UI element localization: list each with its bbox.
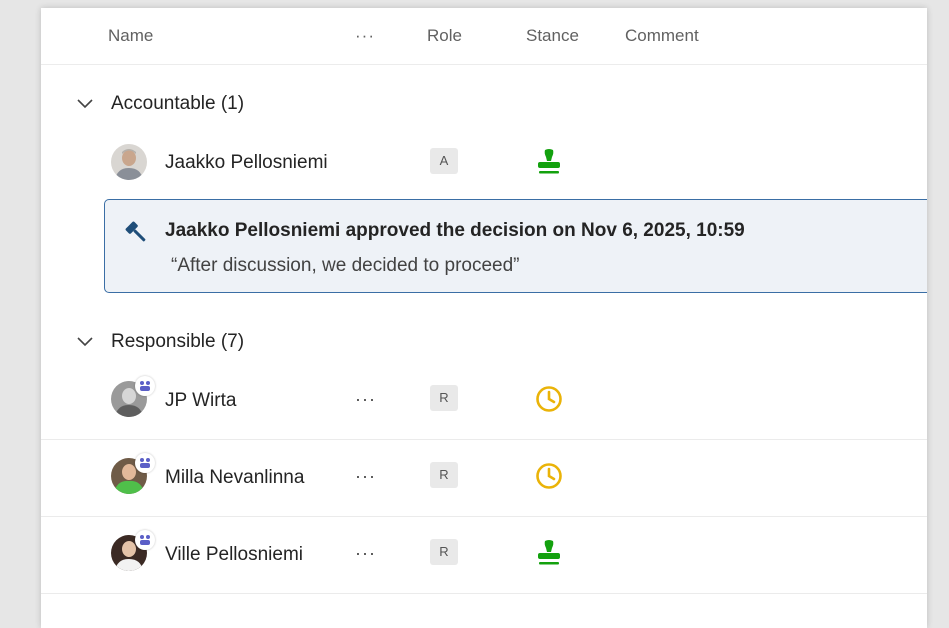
clock-pending-icon[interactable] [534, 384, 564, 414]
table-row[interactable]: Ville Pellosniemi ··· R [41, 517, 927, 594]
gavel-icon [125, 221, 146, 242]
person-name[interactable]: Ville Pellosniemi [165, 544, 303, 566]
table-row[interactable]: Jaakko Pellosniemi A [41, 126, 927, 202]
column-header-stance[interactable]: Stance [526, 26, 579, 46]
person-name[interactable]: Milla Nevanlinna [165, 467, 304, 489]
clock-pending-icon[interactable] [534, 461, 564, 491]
column-header-comment[interactable]: Comment [625, 26, 699, 46]
more-options-button[interactable]: ··· [355, 543, 376, 564]
teams-icon [135, 453, 155, 473]
table-header: Name ··· Role Stance Comment [41, 8, 927, 65]
role-badge: A [430, 148, 458, 174]
stamp-approved-icon[interactable] [534, 147, 564, 177]
approval-message: Jaakko Pellosniemi approved the decision… [165, 220, 745, 241]
column-header-name[interactable]: Name [108, 26, 153, 46]
role-badge: R [430, 539, 458, 565]
column-header-role[interactable]: Role [427, 26, 462, 46]
person-name[interactable]: JP Wirta [165, 390, 236, 412]
table-row[interactable]: Milla Nevanlinna ··· R [41, 440, 927, 517]
column-header-more[interactable]: ··· [355, 26, 375, 46]
teams-icon [135, 530, 155, 550]
chevron-down-icon[interactable] [75, 332, 95, 352]
avatar [111, 144, 147, 180]
role-badge: R [430, 385, 458, 411]
section-title: Responsible (7) [111, 331, 245, 352]
approval-callout: Jaakko Pellosniemi approved the decision… [104, 199, 927, 293]
role-badge: R [430, 462, 458, 488]
chevron-down-icon[interactable] [75, 94, 95, 114]
section-accountable[interactable]: Accountable (1) [41, 86, 927, 126]
table-row[interactable]: JP Wirta ··· R [41, 363, 927, 440]
stamp-approved-icon[interactable] [534, 538, 564, 568]
stakeholder-panel: Name ··· Role Stance Comment Accountable… [41, 8, 927, 628]
section-responsible[interactable]: Responsible (7) [41, 324, 927, 364]
teams-icon [135, 376, 155, 396]
more-options-button[interactable]: ··· [355, 466, 376, 487]
more-options-button[interactable]: ··· [355, 389, 376, 410]
approval-comment: “After discussion, we decided to proceed… [171, 255, 520, 276]
section-title: Accountable (1) [111, 93, 245, 114]
person-name[interactable]: Jaakko Pellosniemi [165, 152, 328, 174]
